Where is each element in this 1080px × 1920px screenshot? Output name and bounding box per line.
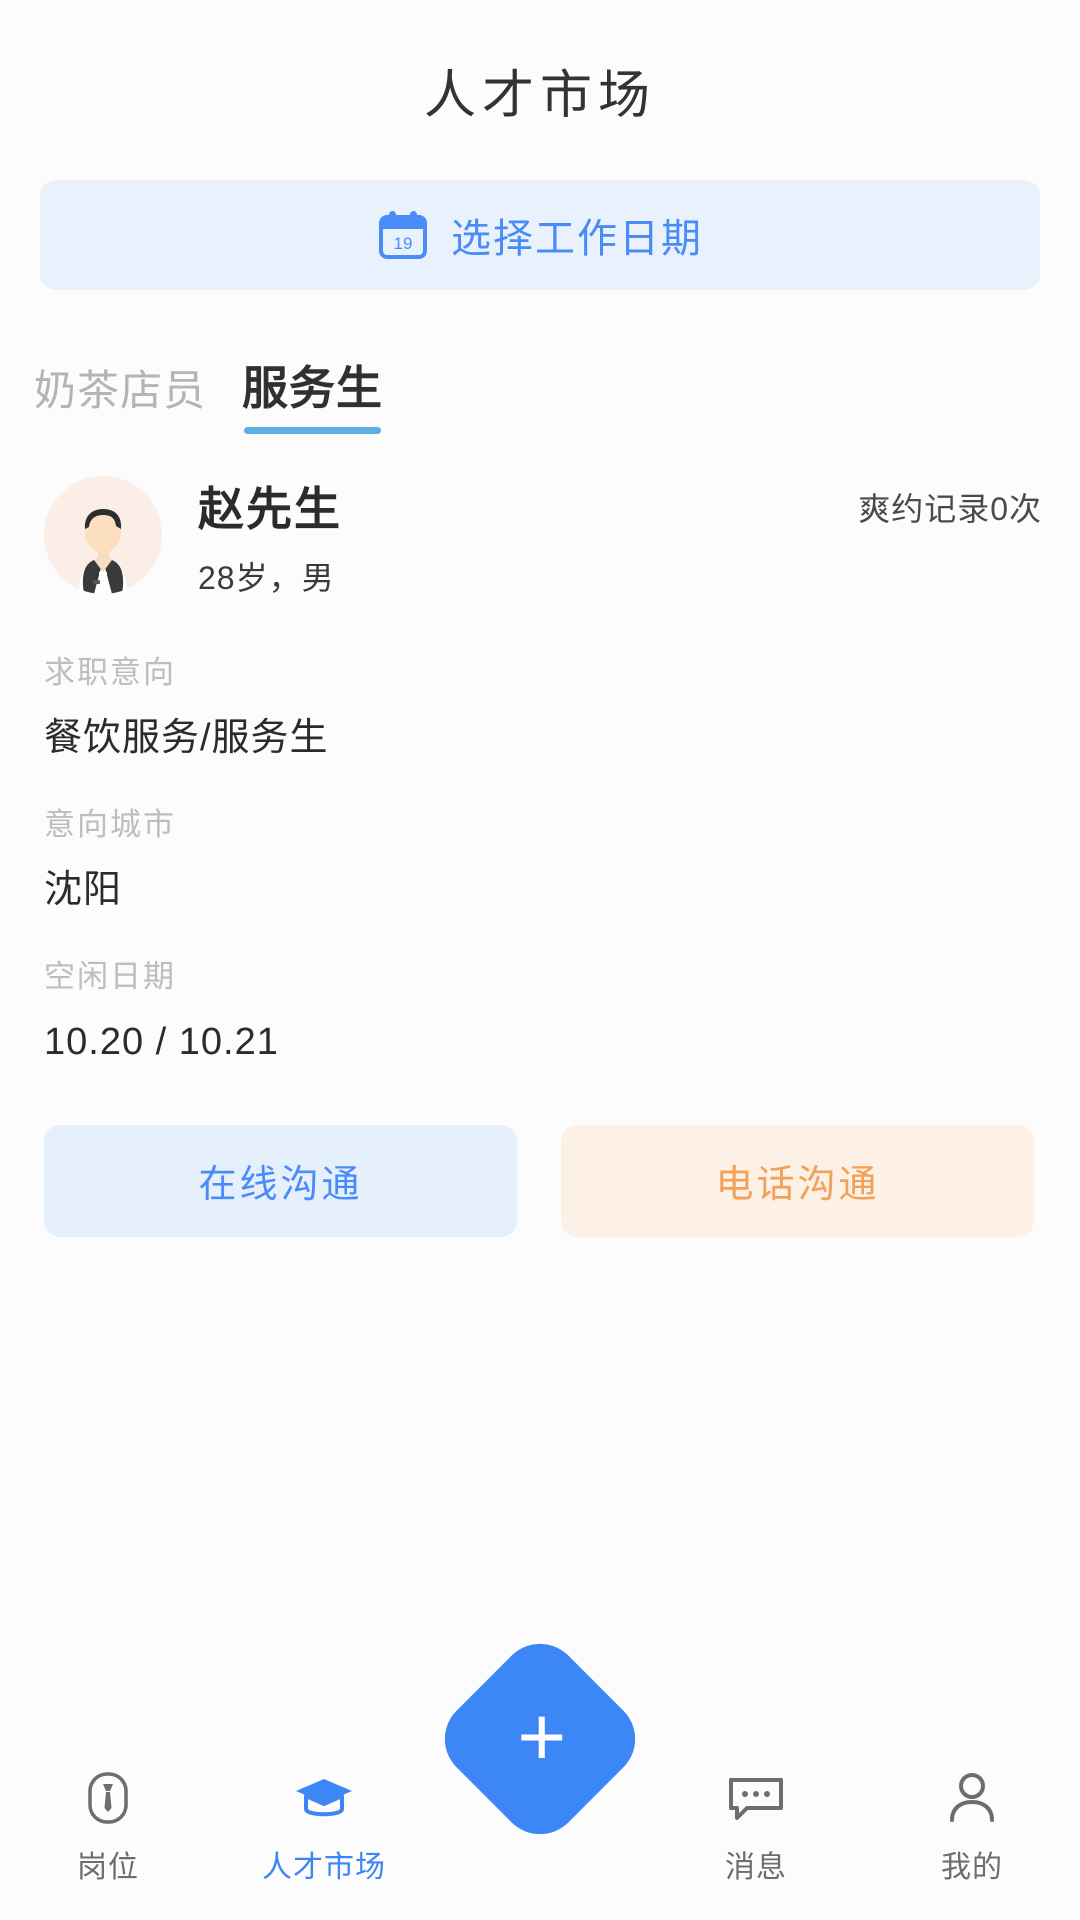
nav-item-jobs[interactable]: 岗位 [0,1768,216,1886]
nav-label: 我的 [941,1851,1003,1884]
nav-item-messages[interactable]: 消息 [648,1768,864,1886]
person-icon [941,1768,1003,1828]
svg-text:19: 19 [394,234,413,253]
date-picker-section: 19 选择工作日期 [0,180,1080,290]
tab-milk-tea-clerk[interactable]: 奶茶店员 [34,357,206,434]
graduation-cap-icon [293,1768,355,1828]
phone-call-button[interactable]: 电话沟通 [561,1124,1034,1237]
bottom-navigation-bar: 岗位 人才市场 消息 我的 + [0,1627,1080,1920]
candidate-header: 赵先生 28岁，男 爽约记录0次 [34,454,1046,599]
nav-label: 岗位 [77,1851,139,1884]
tab-waiter[interactable]: 服务生 [242,352,383,434]
select-work-date-label: 选择工作日期 [451,217,703,261]
field-value: 沈阳 [44,869,123,912]
candidate-card[interactable]: 赵先生 28岁，男 爽约记录0次 求职意向 餐饮服务/服务生 意向城市 沈阳 空… [0,434,1080,1237]
candidate-name: 赵先生 [198,483,342,535]
nav-label: 消息 [725,1851,787,1884]
app-screen: 人才市场 19 选择工作日期 奶茶店员 服务生 赵先生 28岁，男 爽约记录0次… [0,0,1080,1920]
tie-badge-icon [77,1768,139,1828]
no-show-record: 爽约记录0次 [858,491,1042,527]
field-value: 10.20 / 10.21 [44,1021,279,1064]
candidate-identity: 赵先生 28岁，男 [198,476,342,599]
chat-bubble-icon [725,1768,787,1828]
tab-label: 奶茶店员 [34,367,207,414]
calendar-icon: 19 [377,209,429,261]
select-work-date-button[interactable]: 19 选择工作日期 [40,180,1040,290]
nav-label: 人才市场 [262,1851,386,1884]
candidate-age-gender: 28岁，男 [198,560,335,597]
plus-icon: + [517,1689,567,1784]
field-free-dates: 空闲日期 10.20 / 10.21 [44,957,1046,1067]
page-title: 人才市场 [423,66,656,125]
tab-label: 服务生 [242,362,384,414]
page-header: 人才市场 [0,0,1080,180]
field-label: 空闲日期 [44,958,176,994]
job-category-tabs: 奶茶店员 服务生 [0,290,1080,434]
field-job-intention: 求职意向 餐饮服务/服务生 [44,653,1046,763]
candidate-fields: 求职意向 餐饮服务/服务生 意向城市 沈阳 空闲日期 10.20 / 10.21 [34,653,1046,1066]
nav-item-mine[interactable]: 我的 [864,1768,1080,1886]
field-intended-city: 意向城市 沈阳 [44,805,1046,915]
field-label: 意向城市 [44,806,176,842]
avatar [44,476,162,594]
online-chat-button[interactable]: 在线沟通 [44,1124,517,1237]
candidate-actions: 在线沟通 电话沟通 [34,1124,1046,1237]
tab-underline [244,427,382,434]
field-value: 餐饮服务/服务生 [44,717,329,760]
field-label: 求职意向 [44,655,176,691]
nav-item-talent-market[interactable]: 人才市场 [216,1768,432,1886]
